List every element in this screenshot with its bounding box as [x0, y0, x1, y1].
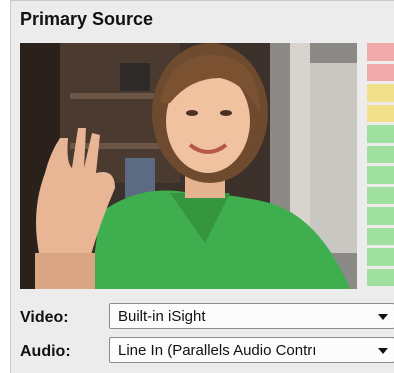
- video-label: Video:: [20, 309, 69, 326]
- meter-segment: [367, 104, 394, 122]
- chevron-down-icon: [378, 348, 388, 354]
- video-source-value: Built-in iSight: [118, 308, 206, 325]
- meter-segment: [367, 248, 394, 266]
- meter-segment: [367, 227, 394, 245]
- meter-segment: [367, 84, 394, 102]
- meter-segment: [367, 63, 394, 81]
- camera-feed-image: [20, 43, 357, 289]
- meter-segment: [367, 145, 394, 163]
- video-source-dropdown[interactable]: Built-in iSight: [109, 303, 394, 329]
- meter-segment: [367, 207, 394, 225]
- audio-source-value: Line In (Parallels Audio Contrı: [118, 342, 317, 359]
- primary-source-panel: Primary Source Video: Built-in iSight Au…: [10, 0, 394, 373]
- chevron-down-icon: [378, 314, 388, 320]
- video-preview: [20, 43, 357, 289]
- meter-segment: [367, 43, 394, 61]
- meter-segment: [367, 186, 394, 204]
- panel-title: Primary Source: [20, 9, 154, 29]
- meter-segment: [367, 125, 394, 143]
- meter-segment: [367, 268, 394, 286]
- meter-segment: [367, 166, 394, 184]
- audio-label: Audio:: [20, 343, 71, 360]
- audio-level-meter: [367, 43, 394, 289]
- audio-source-dropdown[interactable]: Line In (Parallels Audio Contrı: [109, 337, 394, 363]
